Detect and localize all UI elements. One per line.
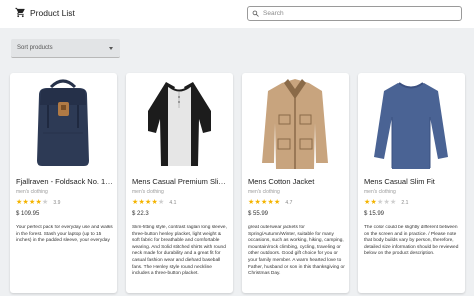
product-category: men's clothing: [16, 189, 48, 195]
product-card[interactable]: Mens Casual Slim Fit men's clothing ★★★★…: [358, 73, 465, 293]
product-category: men's clothing: [364, 189, 396, 195]
product-card-body: Fjallraven - Foldsack No. 1 Backpack, Fi…: [16, 177, 113, 285]
rating-value: 3.9: [53, 199, 61, 206]
product-card[interactable]: Mens Casual Premium Slim Fit T-Shirts me…: [126, 73, 233, 293]
rating: ★★★★★ 3.9: [16, 198, 113, 207]
product-price: $ 109.95: [16, 211, 40, 217]
search-box[interactable]: [247, 6, 462, 21]
product-grid: Fjallraven - Foldsack No. 1 Backpack, Fi…: [10, 73, 465, 296]
star-empty-icon: ★: [157, 198, 165, 206]
product-category: men's clothing: [248, 189, 280, 195]
rating-value: 4.7: [285, 199, 293, 206]
product-image-backpack[interactable]: [10, 73, 117, 173]
product-card-body: Mens Casual Premium Slim Fit T-Shirts me…: [132, 177, 229, 285]
product-title[interactable]: Mens Casual Premium Slim Fit T-Shirts: [132, 177, 229, 187]
cart-icon: [15, 7, 26, 18]
product-title[interactable]: Mens Cotton Jacket: [248, 177, 345, 187]
product-title[interactable]: Mens Casual Slim Fit: [364, 177, 461, 187]
page-title: Product List: [30, 7, 75, 18]
rating-stars: ★★★★★: [16, 198, 48, 207]
product-card[interactable]: Fjallraven - Foldsack No. 1 Backpack, Fi…: [10, 73, 117, 293]
product-description: Your perfect pack for everyday use and w…: [16, 225, 113, 244]
product-description: great outerwear jackets for Spring/Autum…: [248, 225, 345, 277]
product-image-longsleeve[interactable]: [358, 73, 465, 173]
search-input[interactable]: [263, 8, 453, 19]
rating: ★★★★★ 4.1: [132, 198, 229, 207]
sort-select-label: Sort products: [17, 45, 53, 51]
product-category: men's clothing: [132, 189, 164, 195]
chevron-down-icon: [109, 46, 113, 50]
rating: ★★★★★ 2.1: [364, 198, 461, 207]
search-icon: [252, 10, 259, 17]
app-bar: Product List: [0, 0, 474, 28]
product-price: $ 15.99: [364, 211, 385, 217]
product-card-body: Mens Cotton Jacket men's clothing ★★★★★ …: [248, 177, 345, 285]
product-title[interactable]: Fjallraven - Foldsack No. 1 Backpack, Fi…: [16, 177, 113, 187]
rating-value: 2.1: [401, 199, 409, 206]
product-price: $ 22.3: [132, 211, 149, 217]
rating-stars: ★★★★★: [132, 198, 164, 207]
product-image-raglan-shirt[interactable]: [126, 73, 233, 173]
product-card-body: Mens Casual Slim Fit men's clothing ★★★★…: [364, 177, 461, 285]
rating-stars: ★★★★★: [248, 198, 280, 207]
rating: ★★★★★ 4.7: [248, 198, 345, 207]
product-description: The color could be slightly different be…: [364, 225, 459, 257]
sort-select[interactable]: Sort products: [11, 39, 120, 58]
product-description: Slim-fitting style, contrast raglan long…: [132, 225, 227, 277]
rating-value: 4.1: [169, 199, 177, 206]
star-empty-icon: ★: [389, 198, 397, 206]
rating-stars: ★★★★★: [364, 198, 396, 207]
product-card[interactable]: Mens Cotton Jacket men's clothing ★★★★★ …: [242, 73, 349, 293]
star-filled-icon: ★: [273, 198, 281, 206]
product-price: $ 55.99: [248, 211, 269, 217]
brand: Product List: [15, 7, 75, 18]
star-empty-icon: ★: [41, 198, 49, 206]
product-image-jacket[interactable]: [242, 73, 349, 173]
